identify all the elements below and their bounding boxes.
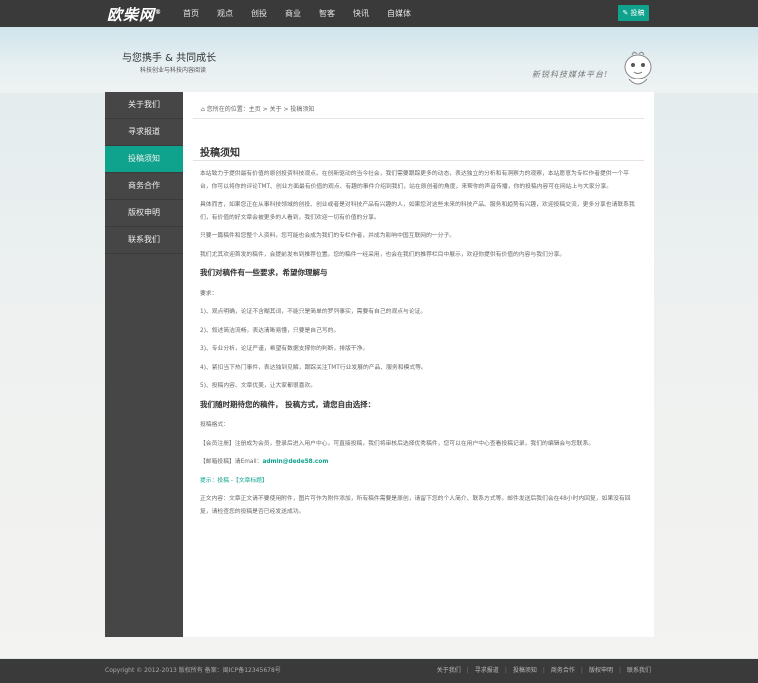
footer-link-report[interactable]: 寻求报道 [475,659,499,683]
footer-separator: | [542,667,545,674]
mascot-illustration [624,51,652,85]
nav-item-home[interactable]: 首页 [183,0,199,27]
paragraph: 具体而言，如果您正在从事科技领域的创投、创业或者是对科技产品有兴趣的人，如果您对… [200,202,635,221]
section-heading: 我们对稿件有一些要求，希望你理解与 [200,268,328,277]
method-email-label: 【邮箱投稿】请Email： [200,459,263,465]
article-body: 本站致力于提供最有价值的原创投资科技观点。在创新驱动的当今社会，我们需要跟踪更多… [200,168,640,524]
footer-separator: | [618,667,621,674]
logo-mark: ® [155,9,163,16]
section-heading: 我们随时期待您的稿件， 投稿方式，请您自由选择： [200,399,376,409]
breadcrumb-text[interactable]: 您所在的位置：主页 > 关于 > 投稿须知 [207,106,315,113]
banner-slogan: 新锐科技媒体平台! [532,70,609,79]
requirement-item: 2)、叙述简洁流畅，表达清晰易懂，只要是自己写的。 [200,327,340,334]
sidebar-item-contact[interactable]: 联系我们 [105,227,183,254]
paragraph: 我们尤其欢迎首发的稿件，会提前发布到推荐位置。您的稿件一经采用，也会在我们的推荐… [200,251,566,258]
tip-text: 投稿 -【文章标题】 [217,477,268,484]
footer-separator: | [466,667,469,674]
divider [193,160,644,161]
footer: Copyright © 2012-2013 版权所有 备案：闽ICP备12345… [0,659,758,683]
email-link[interactable]: admin@dede58.com [262,459,328,465]
footer-links: 关于我们 | 寻求报道 | 投稿须知 | 商务合作 | 版权申明 | 联系我们 [431,659,651,683]
post-button-label: 投稿 [630,9,645,17]
paragraph: 本站致力于提供最有价值的原创投资科技观点。在创新驱动的当今社会，我们需要跟踪更多… [200,171,629,190]
nav-item-think[interactable]: 智客 [319,0,335,27]
closing-paragraph: 正文内容：文章正文请不要使用附件，图片可作为附件添加，所有稿件需要是原创，请留下… [200,496,631,515]
nav-item-business[interactable]: 商业 [285,0,301,27]
footer-separator: | [580,667,583,674]
home-icon: ⌂ [201,106,205,113]
tip-label: 提示： [200,477,218,484]
sidebar: 关于我们 寻求报道 投稿须知 商务合作 版权申明 联系我们 [105,92,188,637]
paragraph: 只要一篇稿件和您整个人资料，您可能也会成为我们的专栏作者，并成为影响中国互联网的… [200,233,456,239]
pencil-icon: ✎ [622,9,629,17]
nav-item-views[interactable]: 观点 [217,0,233,27]
sidebar-item-about[interactable]: 关于我们 [105,92,183,119]
footer-separator: | [504,667,507,674]
sidebar-item-copyright[interactable]: 版权申明 [105,200,183,227]
main-nav: 首页 观点 创投 商业 智客 快讯 自媒体 [183,0,429,27]
sidebar-item-business[interactable]: 商务合作 [105,173,183,200]
requirement-item: 1)、观点明确，论证不含糊其词，不能只是简单的罗列事实，需要有自己的观点与论证。 [200,309,427,315]
sidebar-item-report[interactable]: 寻求报道 [105,119,183,146]
sidebar-item-submission[interactable]: 投稿须知 [105,146,188,173]
banner-title: 与您携手 & 共同成长 [122,53,217,64]
method-email: 【邮箱投稿】请Email：admin@dede58.com [200,456,640,469]
nav-item-venture[interactable]: 创投 [251,0,267,27]
method-intro: 投稿格式： [200,422,229,428]
requirement-item: 3)、专业分析，论证严谨，希望有数据支撑你的判断，排版干净。 [200,346,369,352]
footer-link-submission[interactable]: 投稿须知 [513,659,537,683]
method-member: 【会员注册】注册成为会员，登录后进入用户中心，可直接投稿，我们将审核后选择优秀稿… [200,440,595,447]
requirement-item: 5)、投稿内容、文章优美，让大家都很喜欢。 [200,383,317,389]
nav-item-news[interactable]: 快讯 [353,0,369,27]
footer-link-contact[interactable]: 联系我们 [627,659,651,683]
copyright-text: Copyright © 2012-2013 版权所有 备案：闽ICP备12345… [105,667,281,674]
nav-item-media[interactable]: 自媒体 [387,0,411,27]
requirement-item: 4)、紧扣当下热门事件，表达独到见解，跟踪关注TMT行业发展的产品、服务和模式等… [200,364,427,371]
banner-subtitle: 科技创业与科技内容阅读 [140,67,207,74]
logo-text: 欧柴网 [107,6,156,24]
main-content: ⌂ 您所在的位置：主页 > 关于 > 投稿须知 投稿须知 本站致力于提供最有价值… [183,92,654,637]
page-title: 投稿须知 [200,148,240,159]
top-bar: 欧柴网® 首页 观点 创投 商业 智客 快讯 自媒体 ✎ 投稿 [0,0,758,27]
banner: 与您携手 & 共同成长 科技创业与科技内容阅读 新锐科技媒体平台! [0,27,758,93]
footer-link-copyright[interactable]: 版权申明 [589,659,613,683]
site-logo[interactable]: 欧柴网® [107,4,162,25]
post-button[interactable]: ✎ 投稿 [618,5,649,21]
tip: 提示：投稿 -【文章标题】 [200,475,640,488]
divider [193,118,644,119]
footer-link-about[interactable]: 关于我们 [437,659,461,683]
footer-link-business[interactable]: 商务合作 [551,659,575,683]
breadcrumb: ⌂ 您所在的位置：主页 > 关于 > 投稿须知 [201,104,314,113]
requirements-intro: 要求： [200,290,218,297]
